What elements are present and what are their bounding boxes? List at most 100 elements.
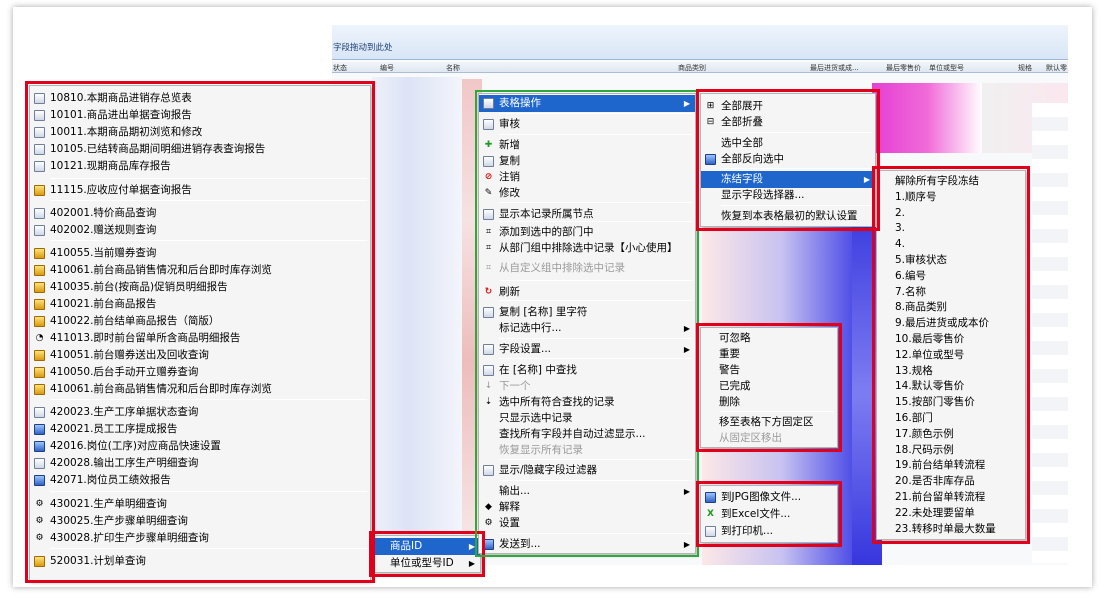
report-menu-item[interactable]: 410050.后台手动开立赠券查询 (30, 364, 370, 381)
report-menu-item[interactable]: 410051.前台赠券送出及回收查询 (30, 347, 370, 364)
report-menu-item[interactable]: 410061.前台商品销售情况和后台即时库存浏览 (30, 381, 370, 398)
mark-row-item[interactable]: 从固定区移出 (701, 430, 837, 447)
report-menu-item[interactable]: 402002.赠送规则查询 (30, 222, 370, 239)
freeze-field-item[interactable]: 9.最后进货或成本价 (877, 315, 1025, 332)
context-menu-item[interactable]: 在 [名称] 中查找 (479, 362, 695, 379)
table-ops-menu-item[interactable]: ⊞ 全部展开 (701, 98, 875, 115)
freeze-field-item[interactable]: 解除所有字段冻结 (877, 173, 1025, 190)
report-menu-item[interactable]: 10011.本期商品期初浏览和修改 (30, 124, 370, 141)
context-menu-item[interactable]: ⌗ 添加到选中的部门中 (479, 224, 695, 241)
freeze-field-item[interactable]: 7.名称 (877, 284, 1025, 301)
freeze-field-item[interactable]: 1.顺序号 (877, 189, 1025, 206)
report-menu-item[interactable]: 11115.应收应付单据查询报告 (30, 182, 370, 199)
context-menu-item[interactable]: 字段设置... ▶ (479, 341, 695, 358)
report-menu-item[interactable]: 520031.计划单查询 (30, 553, 370, 570)
mark-row-item[interactable]: 删除 (701, 394, 837, 411)
freeze-field-item[interactable]: 20.是否非库存品 (877, 473, 1025, 490)
report-menu-item[interactable]: 410022.前台结单商品报告（简版） (30, 313, 370, 330)
table-ops-menu-item[interactable]: 选中全部 (701, 135, 875, 152)
context-menu-item[interactable]: 审核 (479, 116, 695, 133)
report-menu-item[interactable]: 402001.特价商品查询 (30, 205, 370, 222)
context-menu-item[interactable]: ◆ 解释 (479, 499, 695, 516)
report-menu-item[interactable]: 420021.员工工序提成报告 (30, 421, 370, 438)
context-menu-item[interactable]: ⇣ 选中所有符合查找的记录 (479, 394, 695, 411)
column-header-status[interactable]: 状态 (333, 63, 347, 73)
report-menu-item[interactable]: 42071.岗位员工绩效报告 (30, 472, 370, 489)
report-menu-item[interactable]: ◔ 411013.即时前台留单所含商品明细报告 (30, 330, 370, 347)
mark-row-item[interactable]: 可忽略 (701, 330, 837, 347)
column-header-spec[interactable]: 规格 (1018, 63, 1032, 73)
column-header-last-cost[interactable]: 最后进货或成... (810, 63, 859, 73)
column-header-last-retail[interactable]: 最后零售价 (886, 63, 921, 73)
context-menu-item[interactable]: 发送到... ▶ (479, 536, 695, 553)
report-menu-item[interactable]: 420023.生产工序单据状态查询 (30, 404, 370, 421)
column-header-code[interactable]: 编号 (380, 63, 394, 73)
context-menu-item[interactable]: 表格操作 ▶ (479, 95, 695, 112)
report-menu-item[interactable]: 10105.已结转商品期间明细进销存表查询报告 (30, 141, 370, 158)
freeze-field-item[interactable]: 14.默认零售价 (877, 378, 1025, 395)
report-menu-item[interactable]: 410061.前台商品销售情况和后台即时库存浏览 (30, 262, 370, 279)
freeze-field-item[interactable]: 3. (877, 220, 1025, 237)
context-menu-item[interactable]: 只显示选中记录 (479, 410, 695, 427)
freeze-field-item[interactable]: 10.最后零售价 (877, 331, 1025, 348)
freeze-field-item[interactable]: 15.按部门零售价 (877, 394, 1025, 411)
mark-row-item[interactable]: 已完成 (701, 378, 837, 395)
mark-row-item[interactable]: 移至表格下方固定区 (701, 414, 837, 431)
freeze-field-item[interactable]: 17.颜色示例 (877, 426, 1025, 443)
freeze-field-item[interactable]: 8.商品类别 (877, 299, 1025, 316)
freeze-field-item[interactable]: 6.编号 (877, 268, 1025, 285)
freeze-field-item[interactable]: 4. (877, 236, 1025, 253)
mark-row-item[interactable]: 警告 (701, 362, 837, 379)
context-menu-item[interactable]: ↓ 下一个 (479, 378, 695, 395)
report-menu-item[interactable]: 42016.岗位(工序)对应商品快速设置 (30, 438, 370, 455)
column-header-name[interactable]: 名称 (446, 63, 460, 73)
freeze-field-item[interactable]: 19.前台结单转流程 (877, 457, 1025, 474)
report-menu-item[interactable]: 410035.前台(按商品)促销员明细报告 (30, 279, 370, 296)
field-id-menu-item[interactable]: 商品ID ▶ (374, 538, 480, 555)
report-menu-item[interactable]: 420028.输出工序生产明细查询 (30, 455, 370, 472)
table-ops-menu-item[interactable]: 显示字段选择器... (701, 187, 875, 204)
report-menu-item[interactable]: 10121.现期商品库存报告 (30, 158, 370, 175)
context-menu-item[interactable]: ✎ 修改 (479, 185, 695, 202)
report-menu-item[interactable]: 10101.商品进出单据查询报告 (30, 107, 370, 124)
freeze-field-item[interactable]: 2. (877, 205, 1025, 222)
report-menu-item[interactable]: ⚙ 430028.扩印生产步骤单明细查询 (30, 530, 370, 547)
context-menu-item[interactable]: 复制 [名称] 里字符 (479, 304, 695, 321)
table-ops-menu-item[interactable]: ⊟ 全部折叠 (701, 114, 875, 131)
column-header-category[interactable]: 商品类别 (678, 63, 706, 73)
context-menu-item[interactable]: 恢复显示所有记录 (479, 442, 695, 459)
report-menu-item[interactable]: ⚙ 430025.生产步骤单明细查询 (30, 513, 370, 530)
table-ops-menu-item[interactable]: 恢复到本表格最初的默认设置 (701, 208, 875, 225)
table-ops-menu-item[interactable]: 全部反向选中 (701, 151, 875, 168)
report-menu-item[interactable]: 410055.当前赠券查询 (30, 245, 370, 262)
context-menu-item[interactable]: ⌗ 从部门组中排除选中记录【小心使用】 (479, 240, 695, 257)
context-menu-item[interactable]: 复制 (479, 153, 695, 170)
freeze-field-item[interactable]: 12.单位或型号 (877, 347, 1025, 364)
column-header-default-retail[interactable]: 默认零 (1046, 63, 1067, 73)
context-menu-item[interactable]: ↻ 刷新 (479, 284, 695, 301)
column-header-unit[interactable]: 单位或型号 (929, 63, 964, 73)
freeze-field-item[interactable]: 21.前台留单转流程 (877, 489, 1025, 506)
report-menu-item[interactable]: ⚙ 430021.生产单明细查询 (30, 496, 370, 513)
context-menu-item[interactable]: 查找所有字段并自动过滤显示... (479, 426, 695, 443)
freeze-field-item[interactable]: 13.规格 (877, 363, 1025, 380)
context-menu-item[interactable]: ✚ 新增 (479, 137, 695, 154)
report-menu-item[interactable]: 410021.前台商品报告 (30, 296, 370, 313)
freeze-field-item[interactable]: 23.转移时单最大数量 (877, 521, 1025, 538)
group-drag-hint[interactable]: 字段拖动到此处 (332, 25, 1068, 60)
freeze-field-item[interactable]: 18.尺码示例 (877, 442, 1025, 459)
output-menu-item[interactable]: 到打印机... (701, 523, 837, 540)
table-ops-menu-item[interactable]: 冻结字段 ▶ (701, 171, 875, 188)
context-menu-item[interactable]: ⚙ 设置 (479, 515, 695, 532)
output-menu-item[interactable]: 到JPG图像文件... (701, 489, 837, 506)
output-menu-item[interactable]: X 到Excel文件... (701, 506, 837, 523)
context-menu-item[interactable]: 显示/隐藏字段过滤器 (479, 462, 695, 479)
freeze-field-item[interactable]: 16.部门 (877, 410, 1025, 427)
context-menu-item[interactable]: ⌗ 从自定义组中排除选中记录 (479, 260, 695, 277)
context-menu-item[interactable]: ⊘ 注销 (479, 169, 695, 186)
context-menu-item[interactable]: 标记选中行... ▶ (479, 320, 695, 337)
report-menu-item[interactable]: 10810.本期商品进销存总览表 (30, 90, 370, 107)
freeze-field-item[interactable]: 22.未处理要留单 (877, 505, 1025, 522)
context-menu-item[interactable]: 输出... ▶ (479, 483, 695, 500)
mark-row-item[interactable]: 重要 (701, 346, 837, 363)
